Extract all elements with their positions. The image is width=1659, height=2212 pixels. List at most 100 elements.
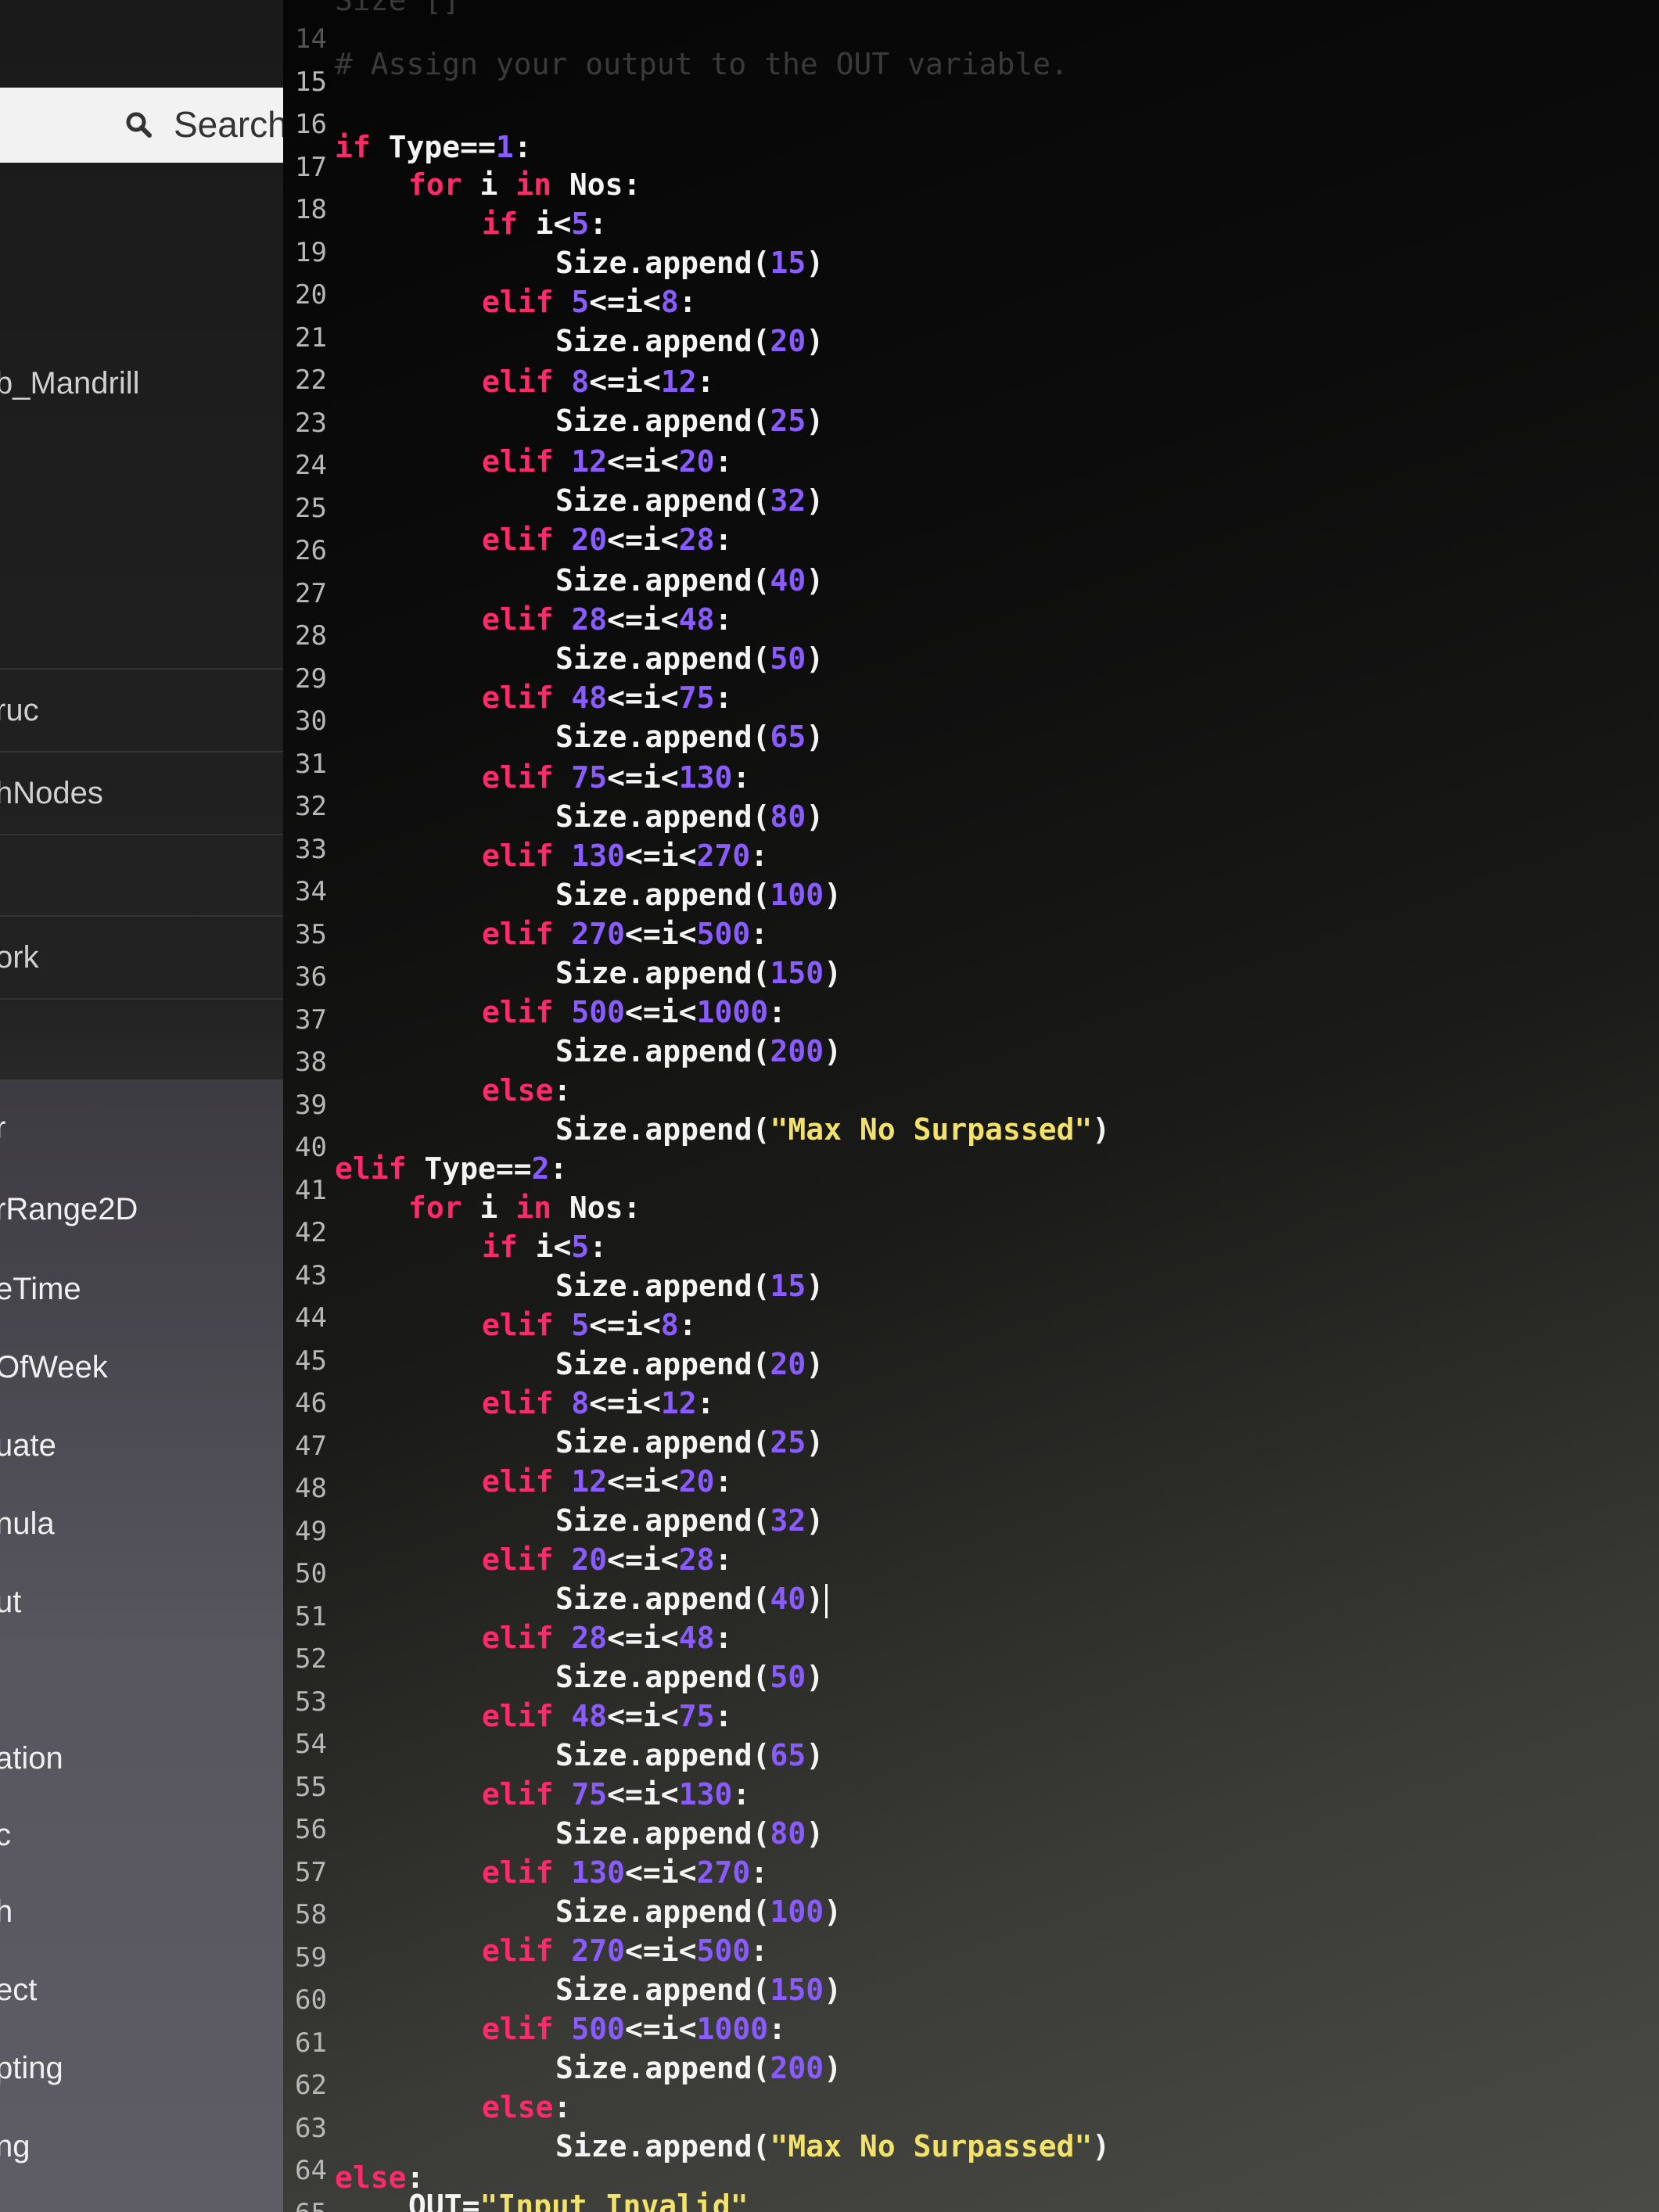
line-number: 56: [295, 1814, 327, 1845]
sidebar: Search b_Mandrillruc hNodes ork r rRange2D eT…: [0, 0, 283, 2212]
code-line[interactable]: if i<5:: [482, 1230, 607, 1264]
code-line[interactable]: Size.append(200): [555, 2051, 842, 2085]
code-line[interactable]: elif 75<=i<130:: [482, 760, 750, 795]
code-line[interactable]: Size.append(40): [555, 1582, 828, 1618]
sidebar-item[interactable]: ruc: [0, 677, 283, 748]
code-line[interactable]: Size.append(100): [555, 1894, 842, 1929]
sidebar-item[interactable]: OfWeek: [0, 1334, 283, 1405]
line-number: 54: [295, 1729, 327, 1760]
sidebar-item[interactable]: c: [0, 1802, 283, 1873]
line-number: 59: [295, 1941, 327, 1973]
code-line[interactable]: Size.append(20): [555, 324, 824, 358]
code-line[interactable]: else:: [482, 1073, 571, 1108]
code-line[interactable]: Size.append(15): [555, 1269, 824, 1303]
sidebar-item[interactable]: ng: [0, 2113, 283, 2184]
code-line[interactable]: Size.append(65): [555, 1738, 824, 1772]
code-line[interactable]: Size.append(80): [555, 799, 824, 834]
code-line[interactable]: elif 500<=i<1000:: [482, 2012, 786, 2046]
code-line[interactable]: elif 270<=i<500:: [482, 917, 768, 951]
code-line[interactable]: Size.append(65): [555, 720, 824, 754]
code-line[interactable]: Size.append(50): [555, 641, 824, 676]
code-line[interactable]: elif 48<=i<75:: [482, 680, 732, 715]
line-number: 33: [295, 833, 327, 865]
code-line[interactable]: else:: [482, 2090, 571, 2124]
sidebar-item[interactable]: ect: [0, 1957, 283, 2027]
line-number: 20: [295, 279, 327, 311]
sidebar-item-label: b_Mandrill: [0, 366, 140, 400]
code-line[interactable]: elif 28<=i<48:: [482, 1621, 732, 1655]
code-line[interactable]: elif 75<=i<130:: [482, 1777, 750, 1812]
code-line[interactable]: elif 12<=i<20:: [482, 1464, 732, 1499]
line-number: 44: [295, 1302, 327, 1334]
code-line[interactable]: elif 5<=i<8:: [482, 285, 697, 319]
line-number: 61: [295, 2027, 327, 2059]
line-number: 53: [295, 1686, 327, 1718]
line-number: 51: [295, 1600, 327, 1632]
code-line[interactable]: for i in Nos:: [408, 167, 641, 202]
line-number: 43: [295, 1259, 327, 1291]
code-line[interactable]: Size.append(150): [555, 956, 842, 990]
code-line[interactable]: elif 130<=i<270:: [482, 838, 768, 873]
code-line[interactable]: elif 28<=i<48:: [482, 602, 732, 637]
code-line[interactable]: Size.append(40): [555, 563, 824, 598]
code-line[interactable]: Size.append(25): [555, 1425, 824, 1460]
code-line[interactable]: Size.append("Max No Surpassed"): [555, 2129, 1110, 2164]
line-number: 46: [295, 1388, 327, 1419]
sidebar-item[interactable]: pting: [0, 2035, 283, 2106]
code-line[interactable]: Size.append(32): [555, 483, 824, 518]
sidebar-item[interactable]: ork: [0, 925, 283, 995]
line-number: 35: [295, 918, 327, 950]
code-line[interactable]: elif 20<=i<28:: [482, 522, 732, 557]
code-line[interactable]: Size.append(50): [555, 1660, 824, 1694]
sidebar-item[interactable]: hNodes: [0, 760, 283, 831]
line-number: 25: [295, 492, 327, 524]
sidebar-divider: [0, 751, 283, 752]
sidebar-item[interactable]: rRange2D: [0, 1176, 283, 1247]
sidebar-item-label: ect: [0, 1973, 38, 2007]
code-line[interactable]: Size.append(20): [555, 1347, 824, 1381]
code-line[interactable]: elif 130<=i<270:: [482, 1855, 768, 1890]
code-line[interactable]: Size.append(15): [555, 246, 824, 280]
sidebar-item[interactable]: r: [0, 1095, 283, 1165]
line-number: 39: [295, 1089, 327, 1121]
code-line[interactable]: Size.append(100): [555, 878, 842, 912]
line-number: 23: [295, 407, 327, 439]
code-line[interactable]: elif 5<=i<8:: [482, 1308, 697, 1342]
code-line[interactable]: Size.append(25): [555, 404, 824, 438]
code-line[interactable]: elif 8<=i<12:: [482, 1386, 714, 1420]
code-line[interactable]: OUT="Input Invalid": [408, 2189, 749, 2212]
code-line[interactable]: elif 48<=i<75:: [482, 1699, 732, 1733]
line-number: 29: [295, 663, 327, 695]
code-editor[interactable]: 14 15 16 17 18 19 20 21 22 23 24 25 26 27 28 29 30 31 32 33…: [283, 0, 1659, 2212]
code-line[interactable]: Size.append(32): [555, 1503, 824, 1538]
sidebar-item[interactable]: eTime: [0, 1256, 283, 1327]
code-line[interactable]: Size.append(80): [555, 1816, 824, 1851]
line-number: 16: [295, 109, 327, 140]
line-number: 55: [295, 1771, 327, 1803]
sidebar-item[interactable]: ation: [0, 1725, 283, 1796]
comment-line: # Assign your output to the OUT variable…: [335, 47, 1068, 81]
code-line[interactable]: for i in Nos:: [408, 1190, 641, 1225]
sidebar-item[interactable]: uate: [0, 1413, 283, 1483]
line-number: 24: [295, 450, 327, 481]
code-line[interactable]: Size.append(150): [555, 1973, 842, 2007]
sidebar-item[interactable]: nula: [0, 1491, 283, 1561]
sidebar-item-label: eTime: [0, 1272, 81, 1306]
line-number: 17: [295, 151, 327, 183]
code-line[interactable]: elif 500<=i<1000:: [482, 995, 786, 1029]
code-line[interactable]: elif 8<=i<12:: [482, 364, 714, 399]
code-line[interactable]: Size.append(200): [555, 1034, 842, 1068]
code-line[interactable]: elif 270<=i<500:: [482, 1934, 768, 1968]
code-line[interactable]: if Type==1:: [335, 130, 532, 164]
sidebar-item[interactable]: h: [0, 1879, 283, 1949]
search-input[interactable]: Search: [0, 88, 283, 163]
sidebar-item[interactable]: b_Mandrill: [0, 350, 283, 421]
code-line[interactable]: Size.append("Max No Surpassed"): [555, 1112, 1110, 1147]
line-number: 64: [295, 2155, 327, 2186]
sidebar-item[interactable]: ut: [0, 1569, 283, 1639]
code-line[interactable]: elif 20<=i<28:: [482, 1542, 732, 1577]
line-number: 62: [295, 2070, 327, 2101]
code-line[interactable]: elif 12<=i<20:: [482, 444, 732, 479]
code-line[interactable]: if i<5:: [482, 206, 607, 241]
code-line[interactable]: elif Type==2:: [335, 1151, 567, 1186]
